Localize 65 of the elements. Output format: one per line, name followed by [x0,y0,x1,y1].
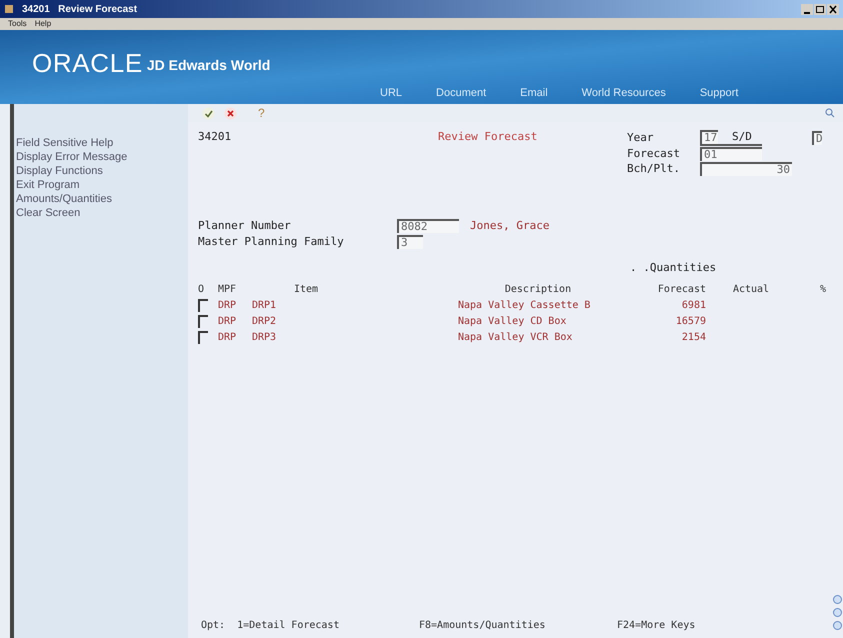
check-icon[interactable] [202,106,215,120]
field-label: Forecast [627,147,681,161]
banner-link[interactable]: Support [700,84,738,101]
banner-link[interactable]: Email [520,84,548,101]
sidebar-item[interactable]: Display Error Message [14,150,188,164]
input-field[interactable]: 8082 [397,219,459,233]
window-title: 34201 Review Forecast [22,2,138,16]
table-cell-text: 6981 [680,298,706,312]
table-cell-text: DRP [218,314,238,328]
input-field[interactable]: D [812,131,822,145]
table-cell-text: DRP [218,298,238,312]
input-field[interactable]: 30 [700,162,792,176]
field-label: Planner Number [198,219,292,233]
table-cell-text: Napa Valley CD Box [457,314,568,328]
sidebar-item[interactable]: Amounts/Quantities [14,192,188,206]
function-key-hint: F8=Amounts/Quantities [419,619,546,633]
oracle-logo: ORACLE [32,50,143,76]
banner-link[interactable]: World Resources [582,84,666,101]
planner-name: Jones, Grace [470,218,550,234]
form-title: Review Forecast [438,130,538,145]
table-cell-text: DRP [218,330,238,344]
input-field[interactable]: 01 [700,147,762,161]
table-cell-text: DRP1 [252,298,278,312]
function-key-hint: Opt: 1=Detail Forecast [201,619,340,633]
field-label: Year [627,131,654,145]
field-label: Master Planning Family [198,235,345,249]
cancel-icon[interactable] [224,106,237,120]
table-cell-text: 16579 [674,314,706,328]
maximize-icon[interactable] [814,4,826,14]
field-label: . .Quantities [630,261,716,274]
sidebar-item[interactable]: Field Sensitive Help [14,136,188,150]
input-field[interactable]: 17 [700,130,718,144]
product-name: JD Edwards World [146,56,270,75]
column-header: MPF [218,283,238,297]
banner-link[interactable]: Document [436,84,486,101]
field-label: S/D [732,130,752,144]
option-field[interactable] [198,330,208,344]
help-button[interactable]: ? [258,104,265,122]
input-field[interactable]: 3 [397,235,423,249]
sidebar-item[interactable]: Display Functions [14,164,188,178]
column-header: % [818,283,826,297]
column-header: Description [504,283,572,297]
column-header: Forecast [656,283,706,297]
banner-link[interactable]: URL [380,84,402,101]
option-field[interactable] [198,298,208,312]
sidebar-item[interactable]: Exit Program [14,178,188,192]
menu-item[interactable]: Help [34,18,52,30]
minimize-icon[interactable] [801,4,813,14]
table-cell-text: 2154 [680,330,706,344]
field-label: 34201 [198,130,232,145]
table-cell-text: Napa Valley Cassette B [457,298,592,312]
column-header: O [198,283,206,297]
column-header: Item [294,283,320,297]
field-label: Bch/Plt. [627,162,681,176]
close-icon[interactable] [827,4,839,14]
table-cell-text: DRP2 [252,314,278,328]
table-cell-text: DRP3 [252,330,278,344]
sidebar-item[interactable]: Clear Screen [14,206,188,220]
table-cell-text: Napa Valley VCR Box [457,330,574,344]
function-key-hint: F24=More Keys [617,619,696,633]
app-icon [4,4,14,14]
menu-item[interactable]: Tools [8,18,27,30]
search-icon[interactable] [825,108,835,118]
column-header: Actual [732,283,770,297]
option-field[interactable] [198,314,208,328]
